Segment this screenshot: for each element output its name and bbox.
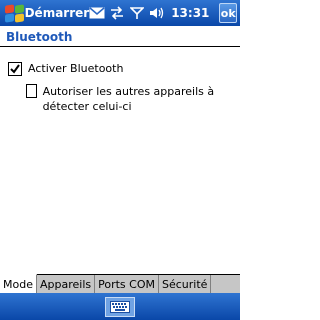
title-bar: Démarrer 13:31 ok bbox=[0, 0, 240, 26]
page-title: Bluetooth bbox=[6, 30, 73, 44]
tab-securite[interactable]: Sécurité bbox=[159, 275, 212, 293]
tab-mode[interactable]: Mode bbox=[0, 274, 37, 294]
header-divider bbox=[0, 46, 240, 47]
ok-button[interactable]: ok bbox=[219, 3, 237, 23]
app-title[interactable]: Démarrer bbox=[25, 6, 90, 20]
discoverable-label: Autoriser les autres appareils à détecte… bbox=[42, 85, 215, 113]
enable-bluetooth-label: Activer Bluetooth bbox=[28, 62, 124, 75]
discoverable-checkbox[interactable] bbox=[26, 84, 37, 98]
sync-icon[interactable] bbox=[109, 6, 125, 20]
keyboard-icon[interactable] bbox=[105, 296, 135, 317]
discoverable-option[interactable]: Autoriser les autres appareils à détecte… bbox=[26, 84, 231, 114]
enable-bluetooth-checkbox[interactable] bbox=[8, 62, 22, 76]
volume-icon[interactable] bbox=[149, 6, 165, 20]
status-icons: 13:31 bbox=[89, 6, 209, 20]
signal-icon[interactable] bbox=[129, 6, 145, 20]
softkey-bar bbox=[0, 293, 240, 320]
clock-time[interactable]: 13:31 bbox=[171, 6, 209, 20]
tab-appareils[interactable]: Appareils bbox=[37, 275, 96, 293]
enable-bluetooth-option[interactable]: Activer Bluetooth bbox=[8, 62, 123, 76]
tab-bar: Mode Appareils Ports COM Sécurité bbox=[0, 274, 240, 294]
page-header: Bluetooth bbox=[0, 26, 240, 48]
mail-icon[interactable] bbox=[89, 6, 105, 20]
checkmark-icon bbox=[10, 64, 20, 74]
windows-start-icon[interactable] bbox=[3, 2, 24, 24]
tab-ports-com[interactable]: Ports COM bbox=[95, 275, 159, 293]
